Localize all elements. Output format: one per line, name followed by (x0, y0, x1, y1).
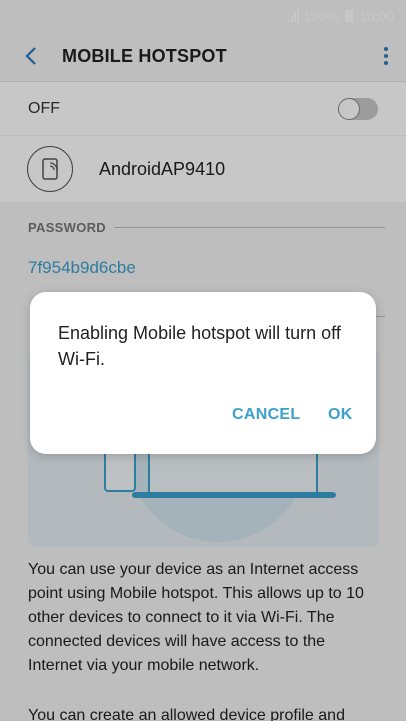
wifi-warning-dialog: Enabling Mobile hotspot will turn off Wi… (30, 292, 376, 454)
cancel-button[interactable]: CANCEL (232, 406, 300, 424)
dialog-message: Enabling Mobile hotspot will turn off Wi… (58, 323, 341, 369)
ok-button[interactable]: OK (328, 406, 353, 424)
